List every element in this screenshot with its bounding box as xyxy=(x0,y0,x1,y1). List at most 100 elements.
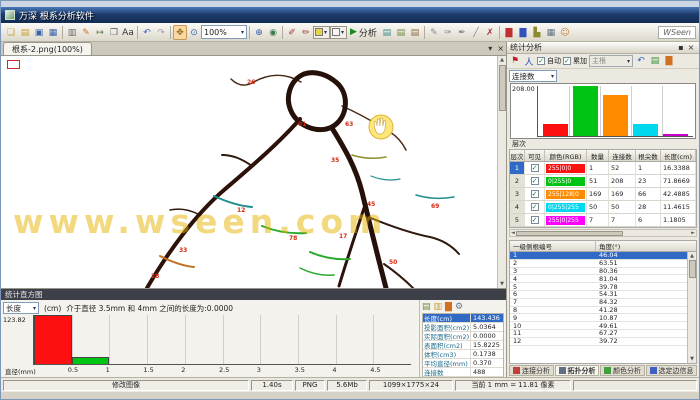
tab-menu-icon[interactable]: ▾ xyxy=(488,44,492,53)
visible-cell[interactable]: ✓ xyxy=(525,175,545,187)
pen-3-icon[interactable]: ✒ xyxy=(455,25,469,40)
angle-row[interactable]: 1167.27 xyxy=(510,330,687,338)
export-sheet-icon[interactable]: ▥ xyxy=(434,302,443,312)
chart-metric-select[interactable]: 连接数 ▾ xyxy=(509,70,557,82)
column-header[interactable]: 可见 xyxy=(525,150,545,161)
chevron-down-icon[interactable]: ▾ xyxy=(241,29,244,36)
angle-row[interactable]: 1239.72 xyxy=(510,338,687,346)
color-swatch[interactable]: ▾ xyxy=(313,26,330,39)
table-row[interactable]: 3✓255|128|01691696642.4885 xyxy=(510,188,696,201)
column-header[interactable]: 根尖数 xyxy=(636,150,661,161)
zoom-in-icon[interactable]: ⊕ xyxy=(252,25,266,40)
eye-icon[interactable]: ◉ xyxy=(266,25,280,40)
export-table-icon[interactable]: ▤ xyxy=(422,302,431,312)
table-row[interactable]: 1✓255|0|0152116.3388 xyxy=(510,162,696,175)
chart-icon[interactable]: ▇ xyxy=(445,302,452,312)
visible-cell[interactable]: ✓ xyxy=(525,201,545,213)
angle-row[interactable]: 784.32 xyxy=(510,299,687,307)
image-canvas[interactable]: 260163354517781269335028 www.wseen.com ▲… xyxy=(1,56,506,288)
visible-checkbox[interactable]: ✓ xyxy=(531,164,539,172)
open-icon[interactable]: ▤ xyxy=(18,25,32,40)
measure-icon[interactable]: ✏ xyxy=(299,25,313,40)
scroll-thumb[interactable] xyxy=(689,260,696,278)
stamp-2-icon[interactable]: ▤ xyxy=(394,25,408,40)
mark-icon[interactable]: ✐ xyxy=(285,25,299,40)
canvas-vscrollbar[interactable]: ▲ ▼ xyxy=(497,56,506,288)
level-cell[interactable]: 3 xyxy=(510,188,525,200)
chart-red-icon[interactable]: ▇ xyxy=(502,25,516,40)
grid-icon[interactable]: ▦ xyxy=(544,25,558,40)
angle-row[interactable]: 910.87 xyxy=(510,314,687,322)
stat-row[interactable]: 平均直径(mm)0.370 xyxy=(423,359,503,368)
text-icon[interactable]: Aa xyxy=(121,25,135,40)
hand-tool-icon[interactable]: ✥ xyxy=(173,25,187,40)
tab-颜色分析[interactable]: 颜色分析 xyxy=(600,365,645,376)
zoom-combo[interactable]: 100%▾ xyxy=(201,25,247,39)
column-header[interactable]: 层次 xyxy=(510,150,525,161)
redo-icon[interactable]: ↷ xyxy=(154,25,168,40)
save-all-icon[interactable]: ▦ xyxy=(46,25,60,40)
stat-row[interactable]: 连接数488 xyxy=(423,368,503,377)
level-table-hscrollbar[interactable]: ◄ ► xyxy=(509,229,697,237)
table-row[interactable]: 5✓255|0|2557761.1805 xyxy=(510,214,696,227)
visible-checkbox[interactable]: ✓ xyxy=(531,177,539,185)
titlebar[interactable]: 万深 根系分析软件 xyxy=(1,7,699,23)
flag-icon[interactable]: ⚑ xyxy=(509,56,521,66)
level-cell[interactable]: 1 xyxy=(510,162,525,174)
angle-row[interactable]: 263.51 xyxy=(510,260,687,268)
undo-icon[interactable]: ↶ xyxy=(635,56,647,66)
stamp-3-icon[interactable]: ▤ xyxy=(408,25,422,40)
save-icon[interactable]: ▣ xyxy=(32,25,46,40)
chart-blue-icon[interactable]: ▇ xyxy=(516,25,530,40)
tab-close-icon[interactable]: × xyxy=(497,44,504,53)
column-header[interactable]: 连接数 xyxy=(609,150,636,161)
help-icon[interactable]: ☺ xyxy=(558,25,572,40)
pin-icon[interactable]: ▪ xyxy=(676,43,686,52)
person-icon[interactable]: 人 xyxy=(523,55,535,68)
scroll-thumb[interactable] xyxy=(516,231,623,236)
stat-row[interactable]: 长度(cm)143.436 xyxy=(423,314,503,323)
new-icon[interactable]: ❏ xyxy=(4,25,18,40)
column-header[interactable]: 颜色(RGB) xyxy=(545,150,587,161)
chevron-down-icon[interactable]: ▾ xyxy=(324,29,327,36)
visible-checkbox[interactable]: ✓ xyxy=(531,190,539,198)
export-excel-icon[interactable]: ▤ xyxy=(649,56,661,66)
stat-row[interactable]: 投影面积(cm2)5.0364 xyxy=(423,323,503,332)
table-row[interactable]: 2✓0|255|0512082371.8669 xyxy=(510,175,696,188)
column-header[interactable]: 长度(cm) xyxy=(661,150,696,161)
paste-icon[interactable]: ❐ xyxy=(107,25,121,40)
chevron-down-icon[interactable]: ▾ xyxy=(341,29,344,36)
magnifier-icon[interactable]: ⊙ xyxy=(187,25,201,40)
scroll-thumb[interactable] xyxy=(499,65,506,111)
scroll-right-icon[interactable]: ► xyxy=(691,230,695,236)
scroll-up-icon[interactable]: ▲ xyxy=(500,57,504,63)
scroll-up-icon[interactable]: ▲ xyxy=(690,253,694,259)
scroll-down-icon[interactable]: ▼ xyxy=(690,356,694,362)
stat-row[interactable]: 体积(cm3)0.1738 xyxy=(423,350,503,359)
tab-拓扑分析[interactable]: 拓扑分析 xyxy=(555,365,600,376)
level-cell[interactable]: 5 xyxy=(510,214,525,226)
chart-icon[interactable]: ▇ xyxy=(663,56,675,66)
visible-cell[interactable]: ✓ xyxy=(525,162,545,174)
tab-连接分析[interactable]: 连接分析 xyxy=(509,365,554,376)
angle-row[interactable]: 1049.61 xyxy=(510,322,687,330)
root-type-select[interactable]: 主根 ▾ xyxy=(589,55,633,67)
angle-row[interactable]: 481.04 xyxy=(510,275,687,283)
angle-row[interactable]: 841.28 xyxy=(510,307,687,315)
tab-选定边信息[interactable]: 选定边信息 xyxy=(646,365,697,376)
chart-olive-icon[interactable]: ▙ xyxy=(530,25,544,40)
export-icon[interactable]: ↦ xyxy=(93,25,107,40)
auto-checkbox[interactable]: ✓ xyxy=(537,57,545,65)
edit-icon[interactable]: ✎ xyxy=(79,25,93,40)
table-row[interactable]: 4✓0|255|25550502811.4615 xyxy=(510,201,696,214)
accumulate-checkbox[interactable]: ✓ xyxy=(563,57,571,65)
scroll-left-icon[interactable]: ◄ xyxy=(511,230,515,236)
visible-checkbox[interactable]: ✓ xyxy=(531,216,539,224)
pen-5-icon[interactable]: ✗ xyxy=(483,25,497,40)
visible-cell[interactable]: ✓ xyxy=(525,214,545,226)
stat-row[interactable]: 表面积(cm2)15.8225 xyxy=(423,341,503,350)
stamp-1-icon[interactable]: ▤ xyxy=(380,25,394,40)
stat-row[interactable]: 实际面积(cm2)0.0000 xyxy=(423,332,503,341)
undo-icon[interactable]: ↶ xyxy=(140,25,154,40)
shape-swatch[interactable]: ▾ xyxy=(330,26,347,39)
